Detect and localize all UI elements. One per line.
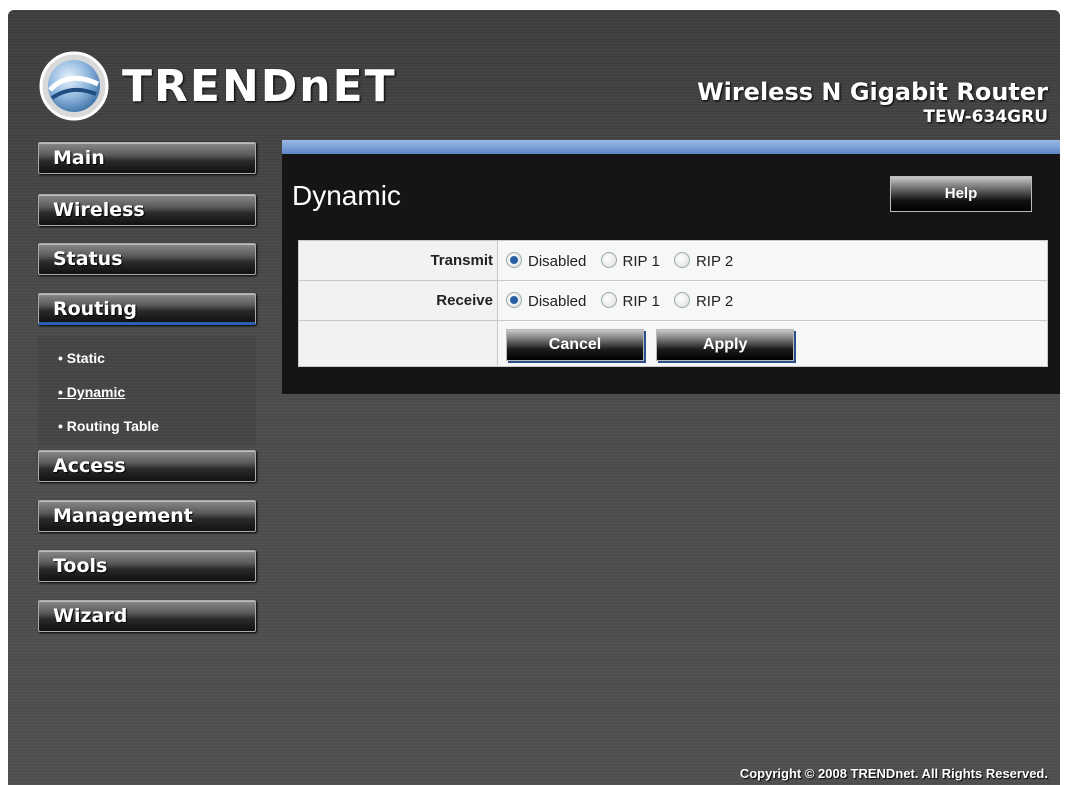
sidebar-item-status[interactable]: Status [38, 243, 256, 275]
apply-button[interactable]: Apply [656, 328, 795, 361]
sidebar-item-wizard[interactable]: Wizard [38, 600, 256, 632]
receive-disabled-label: Disabled [528, 292, 587, 310]
actions-row: Cancel Apply [298, 320, 1048, 367]
logo-text: TRENDnET [122, 60, 397, 112]
transmit-disabled-label: Disabled [528, 252, 587, 270]
content-header-bar [282, 140, 1060, 154]
transmit-rip2-label: RIP 2 [695, 252, 734, 270]
receive-disabled-radio[interactable] [506, 291, 522, 308]
transmit-options: Disabled RIP 1 RIP 2 [497, 240, 1048, 281]
sidebar-item-routing[interactable]: Routing [38, 293, 256, 325]
trendnet-globe-icon [39, 51, 109, 121]
brand-logo: TRENDnET [38, 48, 397, 124]
routing-submenu: • Static • Dynamic • Routing Table [38, 336, 256, 446]
router-admin-frame: TRENDnET Wireless N Gigabit Router TEW-6… [8, 10, 1060, 785]
product-title: Wireless N Gigabit Router [697, 78, 1048, 106]
receive-rip1-radio[interactable] [600, 291, 617, 308]
submenu-item-dynamic[interactable]: • Dynamic [58, 384, 125, 400]
transmit-row: Transmit Disabled RIP 1 RIP 2 [298, 240, 1048, 281]
receive-rip2-label: RIP 2 [695, 292, 734, 310]
dynamic-routing-form: Transmit Disabled RIP 1 RIP 2 Receive Di… [298, 240, 1048, 367]
help-button[interactable]: Help [890, 176, 1032, 212]
submenu-item-static[interactable]: • Static [58, 350, 105, 366]
sidebar-item-management[interactable]: Management [38, 500, 256, 532]
cancel-button[interactable]: Cancel [506, 328, 644, 361]
sidebar-item-main[interactable]: Main [38, 142, 256, 174]
sidebar-item-wireless[interactable]: Wireless [38, 194, 256, 226]
page-title: Dynamic [292, 180, 401, 211]
transmit-rip2-radio[interactable] [673, 251, 690, 268]
transmit-disabled-radio[interactable] [506, 251, 522, 268]
sidebar-item-tools[interactable]: Tools [38, 550, 256, 582]
receive-options: Disabled RIP 1 RIP 2 [497, 280, 1048, 321]
copyright-footer: Copyright © 2008 TRENDnet. All Rights Re… [739, 766, 1048, 781]
actions-label-cell [298, 320, 498, 367]
receive-rip1-label: RIP 1 [622, 292, 660, 310]
content-panel: Dynamic Help Transmit Disabled RIP 1 RIP… [282, 154, 1060, 394]
transmit-rip1-radio[interactable] [600, 251, 617, 268]
receive-rip2-radio[interactable] [673, 291, 690, 308]
receive-row: Receive Disabled RIP 1 RIP 2 [298, 280, 1048, 321]
receive-label: Receive [298, 280, 498, 321]
transmit-rip1-label: RIP 1 [622, 252, 660, 270]
transmit-label: Transmit [298, 240, 498, 281]
product-model: TEW-634GRU [923, 107, 1048, 127]
sidebar-item-access[interactable]: Access [38, 450, 256, 482]
actions-cell: Cancel Apply [497, 320, 1048, 367]
submenu-item-routing-table[interactable]: • Routing Table [58, 418, 159, 434]
